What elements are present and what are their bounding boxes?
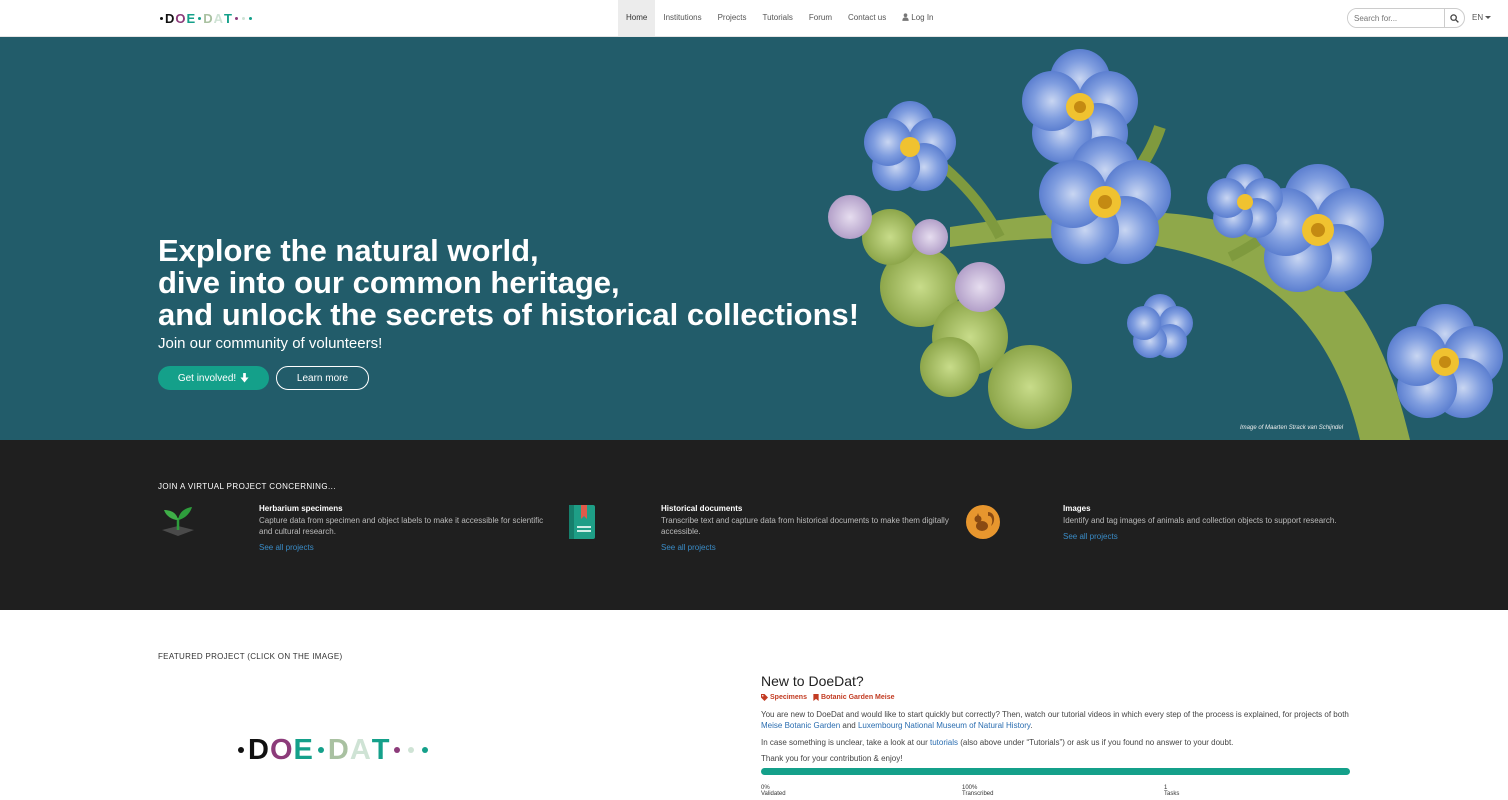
hero-banner: Explore the natural world, dive into our… xyxy=(0,37,1508,440)
tutorials-link[interactable]: tutorials xyxy=(930,738,958,747)
see-all-projects-link[interactable]: See all projects xyxy=(259,543,314,552)
forget-me-not-flower-image xyxy=(828,49,1503,440)
bookmark-icon xyxy=(813,694,819,701)
project-tags: Specimens Botanic Garden Meise xyxy=(761,694,895,701)
logo-letter: D xyxy=(248,733,270,766)
stat-transcribed: 100% Transcribed xyxy=(962,785,993,797)
nav-tutorials[interactable]: Tutorials xyxy=(755,0,801,36)
help-text: (also above under “Tutorials”) or ask us… xyxy=(958,738,1234,747)
see-all-projects-link[interactable]: See all projects xyxy=(1063,532,1118,541)
login-label: Log In xyxy=(911,13,934,22)
logo-dot xyxy=(248,16,252,20)
category-historical-documents: Historical documents Transcribe text and… xyxy=(563,502,953,562)
help-text: In case something is unclear, take a loo… xyxy=(761,738,930,747)
transcription-progress-bar xyxy=(761,768,1350,775)
logo-letter: A xyxy=(213,10,224,26)
get-involved-button[interactable]: Get involved! xyxy=(158,366,269,390)
intro-text: You are new to DoeDat and would like to … xyxy=(761,710,1349,719)
logo-letter: D xyxy=(165,10,176,26)
tag-icon xyxy=(761,694,768,701)
search-button[interactable] xyxy=(1444,9,1464,27)
search-icon xyxy=(1450,13,1459,23)
featured-project-heading: FEATURED PROJECT (CLICK ON THE IMAGE) xyxy=(158,652,343,661)
stat-validated: 0% Validated xyxy=(761,785,786,797)
categories-heading: JOIN A VIRTUAL PROJECT CONCERNING... xyxy=(158,482,336,491)
intro-text: . xyxy=(1030,721,1033,730)
logo-letter: O xyxy=(175,10,187,26)
tag-label: Specimens xyxy=(770,694,807,701)
stat-tasks: 1 Tasks xyxy=(1164,785,1179,797)
meise-botanic-garden-link[interactable]: Meise Botanic Garden xyxy=(761,721,840,730)
arrow-down-icon xyxy=(240,373,249,383)
logo-letter: D xyxy=(203,10,214,26)
thanks-paragraph: Thank you for your contribution & enjoy! xyxy=(761,754,903,763)
plant-sprout-icon xyxy=(162,507,194,536)
logo-letter: O xyxy=(269,733,294,766)
hero-subtitle: Join our community of volunteers! xyxy=(158,335,383,352)
featured-project-image[interactable]: D O E D A T xyxy=(234,733,432,767)
nav-login[interactable]: Log In xyxy=(894,0,941,36)
logo-letter: E xyxy=(293,733,314,766)
tag-institution[interactable]: Botanic Garden Meise xyxy=(813,694,895,701)
logo-letter: T xyxy=(223,10,233,26)
logo-dot xyxy=(198,16,202,20)
stat-label: Tasks xyxy=(1164,791,1180,797)
nav-contact[interactable]: Contact us xyxy=(840,0,894,36)
see-all-projects-link[interactable]: See all projects xyxy=(661,543,716,552)
logo-dot xyxy=(394,747,401,753)
category-description: Identify and tag images of animals and c… xyxy=(1063,516,1337,525)
doedat-logo[interactable]: D O E D A T xyxy=(158,10,254,26)
category-images: Images Identify and tag images of animal… xyxy=(964,502,1354,562)
category-title: Historical documents xyxy=(661,504,743,513)
logo-dot xyxy=(422,747,429,753)
nav-home[interactable]: Home xyxy=(618,0,656,36)
intro-text: and xyxy=(840,721,858,730)
help-paragraph: In case something is unclear, take a loo… xyxy=(761,737,1351,748)
stat-label: Transcribed xyxy=(962,791,994,797)
search-box xyxy=(1347,8,1465,28)
logo-dot xyxy=(317,747,324,753)
hero-headline-line: and unlock the secrets of historical col… xyxy=(158,297,860,332)
logo-dot xyxy=(241,16,245,20)
logo-dot xyxy=(234,16,238,20)
top-navbar: D O E D A T Home Institutions Projects T… xyxy=(0,0,1508,37)
category-description: Capture data from specimen and object la… xyxy=(259,516,544,536)
logo-dot xyxy=(408,747,415,753)
book-icon xyxy=(569,505,595,539)
logo-letter: T xyxy=(371,733,391,766)
category-title: Herbarium specimens xyxy=(259,504,343,513)
learn-more-button[interactable]: Learn more xyxy=(276,366,369,390)
hero-headline-line: dive into our common heritage, xyxy=(158,265,620,300)
hero-headline: Explore the natural world, dive into our… xyxy=(158,233,860,332)
category-title: Images xyxy=(1063,504,1091,513)
user-icon xyxy=(902,13,909,21)
new-to-doedat-title: New to DoeDat? xyxy=(761,673,864,689)
hero-headline-line: Explore the natural world, xyxy=(158,233,539,268)
logo-letter: D xyxy=(327,733,350,766)
project-categories-section: JOIN A VIRTUAL PROJECT CONCERNING... Her… xyxy=(0,440,1508,610)
tag-specimens[interactable]: Specimens xyxy=(761,694,807,701)
logo-dot xyxy=(160,16,163,20)
language-label: EN xyxy=(1472,13,1484,22)
caret-down-icon xyxy=(1485,16,1492,19)
language-selector[interactable]: EN xyxy=(1472,13,1492,22)
squirrel-icon xyxy=(966,505,1000,539)
stat-label: Validated xyxy=(761,791,786,797)
luxembourg-museum-link[interactable]: Luxembourg National Museum of Natural Hi… xyxy=(858,721,1030,730)
tag-label: Botanic Garden Meise xyxy=(820,694,895,701)
main-nav: Home Institutions Projects Tutorials For… xyxy=(618,0,942,36)
nav-projects[interactable]: Projects xyxy=(710,0,755,36)
get-involved-label: Get involved! xyxy=(177,372,237,384)
logo-letter: A xyxy=(349,733,372,766)
nav-institutions[interactable]: Institutions xyxy=(655,0,709,36)
search-input[interactable] xyxy=(1348,9,1444,27)
image-credit: Image of Maarten Strack van Schijndel xyxy=(1240,425,1344,431)
nav-forum[interactable]: Forum xyxy=(801,0,840,36)
intro-paragraph: You are new to DoeDat and would like to … xyxy=(761,709,1351,731)
logo-letter: E xyxy=(186,10,197,26)
category-herbarium: Herbarium specimens Capture data from sp… xyxy=(158,502,548,562)
category-description: Transcribe text and capture data from hi… xyxy=(661,516,949,536)
logo-dot xyxy=(238,747,244,753)
